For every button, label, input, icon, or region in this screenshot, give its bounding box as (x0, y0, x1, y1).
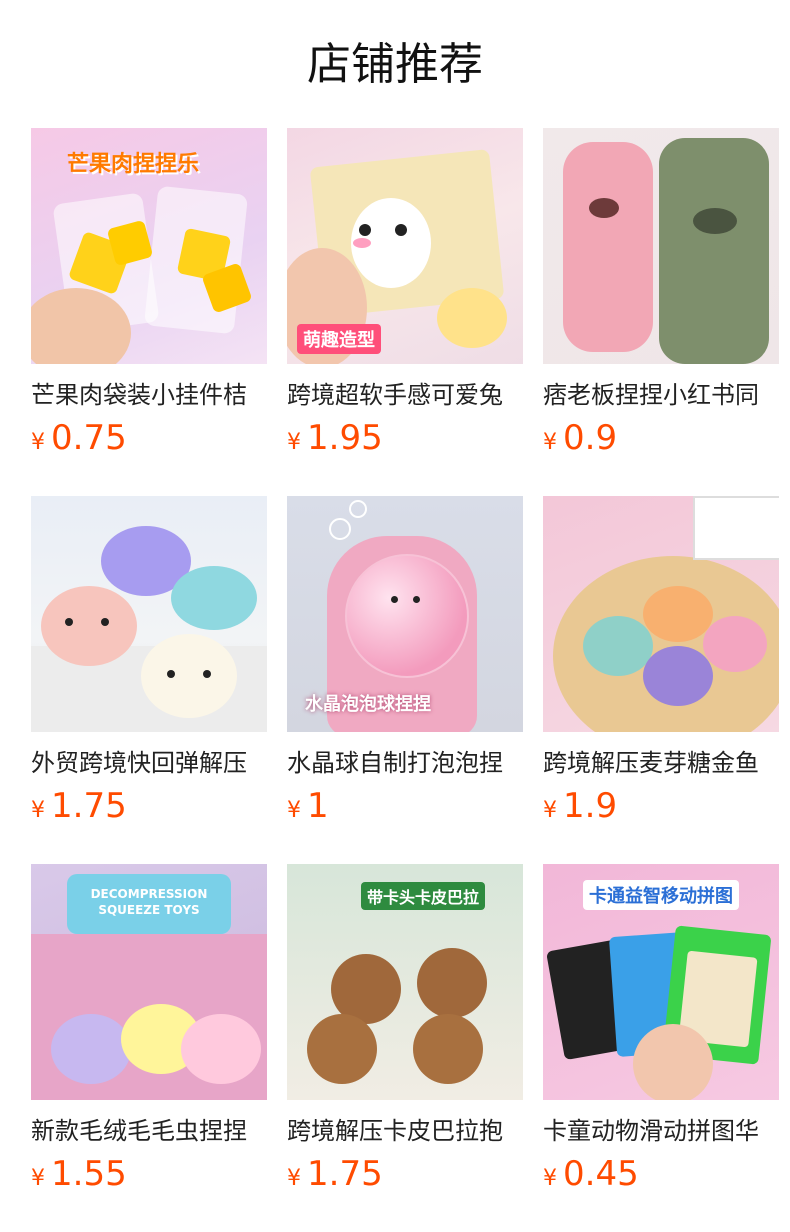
currency-symbol: ¥ (287, 798, 301, 823)
price-value: 1 (307, 786, 329, 826)
price-value: 0.75 (51, 418, 127, 458)
product-name[interactable]: 芒果肉袋装小挂件桔 (31, 378, 267, 412)
image-caption: DECOMPRESSION SQUEEZE TOYS (90, 887, 208, 917)
product-name[interactable]: 痞老板捏捏小红书同 (543, 378, 779, 412)
product-card[interactable]: 萌趣造型 跨境超软手感可爱兔 ¥ 1.95 (287, 128, 523, 496)
image-caption: 芒果肉捏捏乐 (67, 152, 200, 177)
product-name[interactable]: 新款毛绒毛毛虫捏捏 (31, 1114, 267, 1148)
bunny-squishy-image[interactable]: 萌趣造型 (287, 128, 523, 364)
product-price: ¥ 0.45 (543, 1154, 779, 1194)
product-price: ¥ 1.95 (287, 418, 523, 458)
image-caption: 卡通益智移动拼图 (583, 880, 739, 910)
product-price: ¥ 1.55 (31, 1154, 267, 1194)
price-value: 1.55 (51, 1154, 127, 1194)
price-value: 0.9 (563, 418, 618, 458)
image-caption: 带卡头卡皮巴拉 (361, 882, 486, 910)
product-name[interactable]: 跨境解压麦芽糖金鱼 (543, 746, 779, 780)
image-caption: 萌趣造型 (297, 324, 381, 354)
product-name[interactable]: 跨境解压卡皮巴拉抱 (287, 1114, 523, 1148)
product-card[interactable]: 芒果肉捏捏乐 芒果肉袋装小挂件桔 ¥ 0.75 (31, 128, 267, 496)
currency-symbol: ¥ (543, 430, 557, 455)
price-value: 1.75 (51, 786, 127, 826)
currency-symbol: ¥ (31, 1166, 45, 1191)
image-caption: 水晶泡泡球捏捏 (305, 694, 431, 715)
price-value: 1.9 (563, 786, 618, 826)
product-card[interactable]: 外贸跨境快回弹解压 ¥ 1.75 (31, 496, 267, 864)
section-title: 店铺推荐 (307, 39, 483, 90)
product-card[interactable]: 水晶泡泡球捏捏 水晶球自制打泡泡捏 ¥ 1 (287, 496, 523, 864)
product-price: ¥ 1.75 (31, 786, 267, 826)
mango-squishy-image[interactable]: 芒果肉捏捏乐 (31, 128, 267, 364)
product-price: ¥ 0.9 (543, 418, 779, 458)
currency-symbol: ¥ (287, 430, 301, 455)
price-value: 1.75 (307, 1154, 383, 1194)
price-value: 1.95 (307, 418, 383, 458)
axolotl-squishy-image[interactable] (31, 496, 267, 732)
slide-puzzle-image[interactable]: 卡通益智移动拼图 (543, 864, 779, 1100)
caterpillar-squishy-image[interactable]: DECOMPRESSION SQUEEZE TOYS (31, 864, 267, 1100)
product-grid: 芒果肉捏捏乐 芒果肉袋装小挂件桔 ¥ 0.75 萌趣造型 跨境超软手感可爱兔 ¥… (31, 128, 779, 1232)
currency-symbol: ¥ (31, 430, 45, 455)
product-card[interactable]: 卡通益智移动拼图 卡童动物滑动拼图华 ¥ 0.45 (543, 864, 779, 1232)
product-card[interactable]: DECOMPRESSION SQUEEZE TOYS 新款毛绒毛毛虫捏捏 ¥ 1… (31, 864, 267, 1232)
product-price: ¥ 0.75 (31, 418, 267, 458)
currency-symbol: ¥ (31, 798, 45, 823)
goldfish-squishy-image[interactable] (543, 496, 779, 732)
currency-symbol: ¥ (543, 1166, 557, 1191)
product-name[interactable]: 水晶球自制打泡泡捏 (287, 746, 523, 780)
product-name[interactable]: 卡童动物滑动拼图华 (543, 1114, 779, 1148)
product-price: ¥ 1.9 (543, 786, 779, 826)
product-card[interactable]: 跨境解压麦芽糖金鱼 ¥ 1.9 (543, 496, 779, 864)
currency-symbol: ¥ (287, 1166, 301, 1191)
product-card[interactable]: 带卡头卡皮巴拉 跨境解压卡皮巴拉抱 ¥ 1.75 (287, 864, 523, 1232)
price-value: 0.45 (563, 1154, 639, 1194)
product-name[interactable]: 跨境超软手感可爱兔 (287, 378, 523, 412)
product-price: ¥ 1 (287, 786, 523, 826)
product-price: ¥ 1.75 (287, 1154, 523, 1194)
product-card[interactable]: 痞老板捏捏小红书同 ¥ 0.9 (543, 128, 779, 496)
currency-symbol: ¥ (543, 798, 557, 823)
pickle-squishy-image[interactable] (543, 128, 779, 364)
capybara-squishy-image[interactable]: 带卡头卡皮巴拉 (287, 864, 523, 1100)
product-name[interactable]: 外贸跨境快回弹解压 (31, 746, 267, 780)
crystal-ball-image[interactable]: 水晶泡泡球捏捏 (287, 496, 523, 732)
